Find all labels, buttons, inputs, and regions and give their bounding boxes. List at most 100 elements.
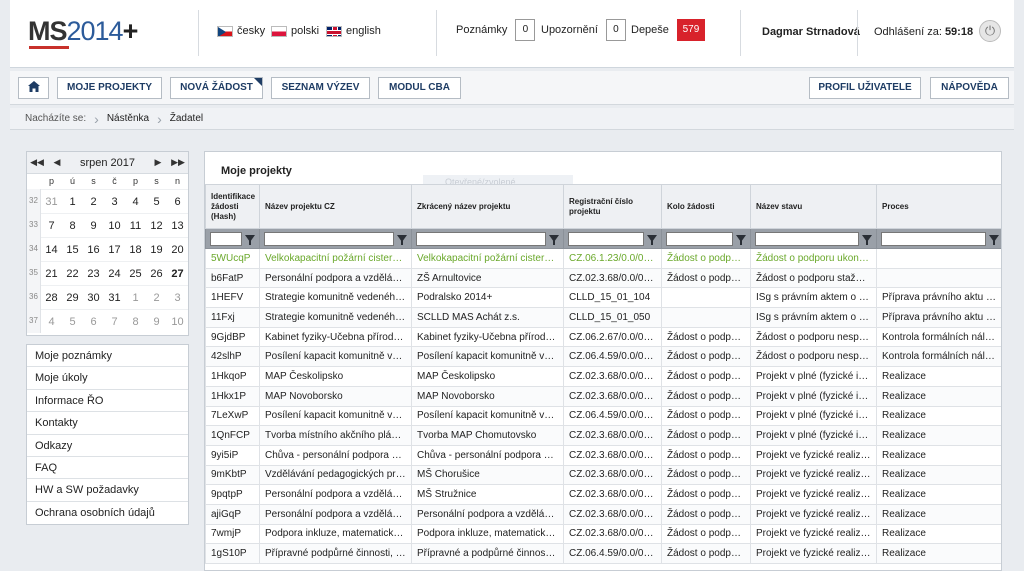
calendar-day[interactable]: 17: [104, 237, 125, 261]
filter-input[interactable]: [264, 231, 394, 246]
nav-help[interactable]: NÁPOVĚDA: [930, 77, 1009, 99]
table-row[interactable]: 1QnFCP Tvorba místního akčního plánu r… Tv…: [205, 425, 1001, 446]
calendar-day[interactable]: 31: [104, 285, 125, 309]
calendar-day[interactable]: 4: [41, 309, 62, 333]
filter-icon[interactable]: [862, 235, 872, 245]
calendar-day[interactable]: 12: [146, 213, 167, 237]
calendar-day[interactable]: 13: [167, 213, 188, 237]
filter-icon[interactable]: [245, 235, 255, 245]
calendar-day[interactable]: 3: [167, 285, 188, 309]
calendar-day[interactable]: 18: [125, 237, 146, 261]
filter-input[interactable]: [666, 231, 733, 246]
calendar-day[interactable]: 6: [83, 309, 104, 333]
table-row[interactable]: 1HkqoP MAP Českolipsko MAP Českolipsko CZ.0…: [205, 366, 1001, 387]
calendar-day[interactable]: 14: [41, 237, 62, 261]
filter-input[interactable]: [755, 231, 859, 246]
calendar-day[interactable]: 25: [125, 261, 146, 285]
breadcrumb-applicant[interactable]: Žadatel: [170, 113, 203, 124]
side-menu-item[interactable]: Informace ŘO: [27, 390, 188, 413]
calendar-day[interactable]: 1: [125, 285, 146, 309]
table-row[interactable]: 9mKbtP Vzdělávání pedagogických praco… MŠ …: [205, 464, 1001, 486]
calendar-day[interactable]: 22: [62, 261, 83, 285]
table-row[interactable]: 9yi5iP Chůva - personální podpora MŠ… Chův…: [205, 444, 1001, 466]
calendar-day[interactable]: 5: [62, 309, 83, 333]
filter-input[interactable]: [416, 231, 546, 246]
column-header[interactable]: Identifikace žádosti (Hash): [205, 184, 260, 229]
calendar-day[interactable]: 9: [146, 309, 167, 333]
side-menu-item[interactable]: Moje úkoly: [27, 367, 188, 390]
calendar-day[interactable]: 30: [83, 285, 104, 309]
table-row[interactable]: 1gS10P Přípravné podpůrné činnosti, pr… Př…: [205, 543, 1001, 564]
calendar-day[interactable]: 1: [62, 189, 83, 213]
side-menu-item[interactable]: Kontakty: [27, 412, 188, 435]
calendar-day[interactable]: 2: [146, 285, 167, 309]
next-year-icon[interactable]: ▶▶: [168, 157, 188, 168]
language-pl[interactable]: polski: [271, 25, 319, 37]
table-row[interactable]: 1Hkx1P MAP Novoborsko MAP Novoborsko CZ.02.…: [205, 385, 1001, 407]
calendar-day[interactable]: 10: [104, 213, 125, 237]
calendar-day[interactable]: 4: [125, 189, 146, 213]
calendar-day[interactable]: 15: [62, 237, 83, 261]
calendar-day[interactable]: 23: [83, 261, 104, 285]
nav-new-application[interactable]: NOVÁ ŽÁDOST: [170, 77, 263, 99]
calendar-day[interactable]: 2: [83, 189, 104, 213]
filter-input[interactable]: [568, 231, 644, 246]
table-row[interactable]: 9pqtpP Personální podpora a vzdělávání… MŠ…: [205, 484, 1001, 505]
filter-icon[interactable]: [647, 235, 657, 245]
filter-icon[interactable]: [397, 235, 407, 245]
side-menu-item[interactable]: Moje poznámky: [27, 345, 188, 368]
nav-user-profile[interactable]: PROFIL UŽIVATELE: [809, 77, 921, 99]
table-row[interactable]: 1HEFV Strategie komunitně vedeného… Podral…: [205, 287, 1001, 309]
nav-my-projects[interactable]: MOJE PROJEKTY: [57, 77, 162, 99]
column-header[interactable]: Název projektu CZ: [259, 184, 412, 229]
filter-icon[interactable]: [549, 235, 559, 245]
table-row[interactable]: 9GjdBP Kabinet fyziky-Učebna přírodníc… Ka…: [205, 326, 1001, 348]
calendar-day[interactable]: 11: [125, 213, 146, 237]
calendar-day[interactable]: 8: [62, 213, 83, 237]
breadcrumb-dashboard[interactable]: Nástěnka: [107, 113, 149, 124]
calendar-day[interactable]: 5: [146, 189, 167, 213]
column-header[interactable]: Název stavu: [750, 184, 877, 229]
app-logo[interactable]: MS2014+: [28, 16, 138, 47]
calendar-day[interactable]: 7: [41, 213, 62, 237]
calendar-day[interactable]: 7: [104, 309, 125, 333]
table-row[interactable]: b6FatP Personální podpora a vzdělávání… ZŠ…: [205, 267, 1001, 289]
nav-calls-list[interactable]: SEZNAM VÝZEV: [271, 77, 370, 99]
filter-icon[interactable]: [989, 235, 999, 245]
calendar-day[interactable]: 21: [41, 261, 62, 285]
side-menu-item[interactable]: HW a SW požadavky: [27, 479, 188, 502]
table-row[interactable]: 11Fxj Strategie komunitně vedeného… SCLLD …: [205, 307, 1001, 328]
table-row[interactable]: 7wmjP Podpora inkluze, matematické a… Podp…: [205, 523, 1001, 545]
user-name[interactable]: Dagmar Strnadová: [762, 26, 860, 38]
calendar-day[interactable]: 10: [167, 309, 188, 333]
calendar-day[interactable]: 26: [146, 261, 167, 285]
power-icon[interactable]: ⏻: [979, 20, 1001, 42]
table-row[interactable]: 42slhP Posílení kapacit komunitně ved… Pos…: [205, 346, 1001, 368]
calendar-day[interactable]: 24: [104, 261, 125, 285]
messages-counter[interactable]: Depeše 579: [631, 19, 705, 41]
prev-month-icon[interactable]: ◀: [47, 157, 67, 168]
next-month-icon[interactable]: ▶: [148, 157, 168, 168]
prev-year-icon[interactable]: ◀◀: [27, 157, 47, 168]
calendar-day[interactable]: 19: [146, 237, 167, 261]
calendar-day[interactable]: 3: [104, 189, 125, 213]
column-header[interactable]: Kolo žádosti: [661, 184, 751, 229]
language-en[interactable]: english: [326, 25, 381, 37]
table-row[interactable]: 5WUcqP Velkokapacitní požární cisterna… Ve…: [205, 248, 1001, 269]
filter-icon[interactable]: [736, 235, 746, 245]
calendar-day[interactable]: 31: [41, 189, 62, 213]
filter-input[interactable]: [881, 231, 986, 246]
filter-input[interactable]: [210, 231, 242, 246]
calendar-day[interactable]: 28: [41, 285, 62, 309]
column-header[interactable]: Zkrácený název projektu: [411, 184, 564, 229]
calendar-day[interactable]: 27: [167, 261, 188, 285]
table-row[interactable]: 7LeXwP Posílení kapacit komunitně ved… Pos…: [205, 405, 1001, 427]
notes-counter[interactable]: Poznámky 0: [456, 19, 536, 41]
column-header[interactable]: Proces: [876, 184, 1001, 229]
nav-cba-module[interactable]: MODUL CBA: [378, 77, 461, 99]
side-menu-item[interactable]: FAQ: [27, 457, 188, 480]
language-cz[interactable]: česky: [217, 25, 265, 37]
side-menu-item[interactable]: Ochrana osobních údajů: [27, 502, 188, 524]
calendar-day[interactable]: 9: [83, 213, 104, 237]
column-header[interactable]: Registrační číslo projektu: [563, 184, 662, 229]
